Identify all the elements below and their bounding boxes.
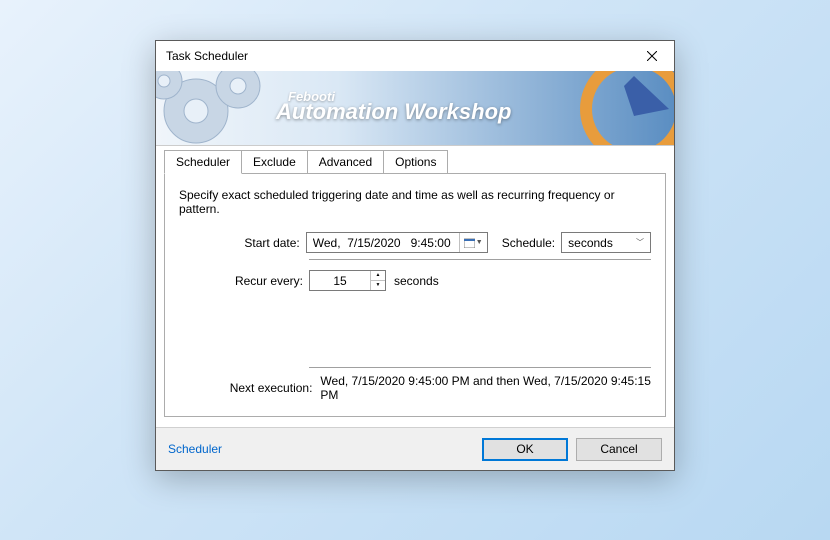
window-title: Task Scheduler <box>166 49 629 63</box>
datepicker-button[interactable]: ▼ <box>459 233 487 252</box>
next-execution-label: Next execution: <box>179 381 320 395</box>
recur-spinner[interactable]: ▲ ▼ <box>309 270 386 291</box>
spinner-down[interactable]: ▼ <box>371 281 385 290</box>
clock-icon <box>574 71 674 146</box>
tabstrip: Scheduler Exclude Advanced Options <box>156 146 674 174</box>
titlebar: Task Scheduler <box>156 41 674 71</box>
tab-scheduler[interactable]: Scheduler <box>164 150 242 174</box>
recur-every-label: Recur every: <box>179 274 309 288</box>
task-scheduler-dialog: Task Scheduler Febooti Automation Worksh… <box>155 40 675 471</box>
scheduler-help-link[interactable]: Scheduler <box>168 442 474 456</box>
close-icon <box>647 51 657 61</box>
gears-icon <box>156 71 276 146</box>
banner: Febooti Automation Workshop <box>156 71 674 146</box>
start-date-label: Start date: <box>179 236 306 250</box>
next-execution-row: Next execution: Wed, 7/15/2020 9:45:00 P… <box>179 367 651 402</box>
dialog-footer: Scheduler OK Cancel <box>156 427 674 470</box>
next-execution-value: Wed, 7/15/2020 9:45:00 PM and then Wed, … <box>320 374 651 402</box>
start-date-field[interactable] <box>307 233 459 252</box>
tab-exclude[interactable]: Exclude <box>241 150 308 174</box>
schedule-value: seconds <box>568 236 636 250</box>
chevron-down-icon: ▼ <box>376 283 381 288</box>
start-date-input[interactable]: ▼ <box>306 232 488 253</box>
chevron-down-icon: ▼ <box>476 239 483 246</box>
panel-description: Specify exact scheduled triggering date … <box>179 188 651 216</box>
recur-value-input[interactable] <box>310 271 370 290</box>
chevron-up-icon: ▲ <box>376 273 381 278</box>
seconds-unit-label: seconds <box>386 274 439 288</box>
tab-panel-scheduler: Specify exact scheduled triggering date … <box>164 173 666 417</box>
divider <box>309 259 651 260</box>
chevron-down-icon: ﹀ <box>636 237 648 248</box>
close-button[interactable] <box>629 41 674 71</box>
tab-advanced[interactable]: Advanced <box>307 150 384 174</box>
divider <box>309 367 651 368</box>
spinner-up[interactable]: ▲ <box>371 271 385 281</box>
schedule-label: Schedule: <box>488 236 561 250</box>
calendar-icon <box>464 238 475 248</box>
cancel-button[interactable]: Cancel <box>576 438 662 461</box>
tab-options[interactable]: Options <box>383 150 448 174</box>
banner-title: Automation Workshop <box>276 99 511 125</box>
ok-button[interactable]: OK <box>482 438 568 461</box>
schedule-select[interactable]: seconds ﹀ <box>561 232 651 253</box>
